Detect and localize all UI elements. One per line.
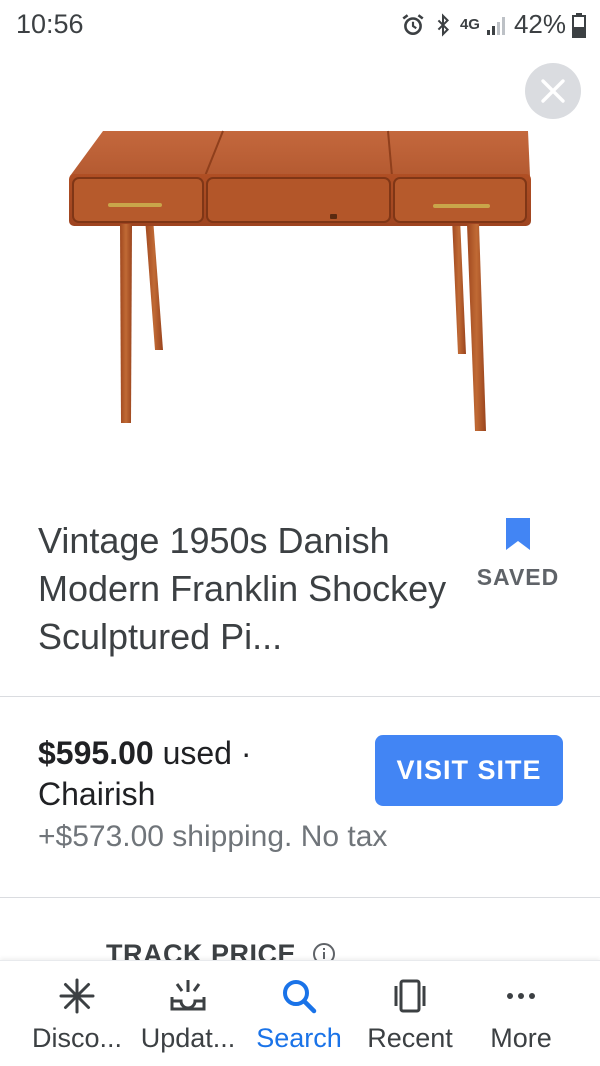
nav-updates-label: Updat... [140,1023,236,1053]
close-button[interactable] [525,63,581,119]
search-icon [283,980,317,1014]
product-title: Vintage 1950s Danish Modern Franklin Sho… [38,520,447,657]
bookmark-icon [506,518,530,550]
bluetooth-icon [437,12,449,37]
status-time: 10:56 [16,9,84,39]
nav-discover[interactable]: Disco... [17,961,137,1066]
status-icons: 4G 42% [400,9,586,40]
shipping-info: +$573.00 shipping. No tax [38,820,388,853]
nav-recent[interactable]: Recent [350,961,470,1066]
saved-label: SAVED [476,564,560,590]
signal-icon [486,16,505,35]
nav-more-label: More [490,1023,552,1053]
alarm-icon [402,13,424,35]
more-icon [507,993,535,999]
condition: used · [153,735,252,771]
battery-icon [572,12,586,38]
asterisk-icon [59,978,95,1014]
price: $595.00 [38,735,154,771]
nav-discover-label: Disco... [31,1023,123,1053]
close-icon [541,79,565,103]
nav-search-label: Search [256,1023,342,1053]
saved-button[interactable]: SAVED [468,516,568,591]
network-type: 4G [459,15,480,33]
nav-updates[interactable]: Updat... [128,961,248,1066]
visit-site-button[interactable]: VISIT SITE [375,735,563,806]
divider-bottom [0,897,600,898]
price-line: $595.00 used · [38,735,252,772]
seller-name: Chairish [38,776,156,812]
product-image [0,48,600,488]
status-bar: 10:56 4G 42% [0,0,600,48]
nav-recent-label: Recent [367,1023,453,1053]
divider-top [0,696,600,697]
updates-icon [170,980,206,1011]
bottom-nav: Disco... Updat... Search Recent More [0,960,600,1066]
nav-search[interactable]: Search [239,961,359,1066]
recent-icon [394,979,426,1013]
nav-more[interactable]: More [461,961,581,1066]
battery-percent: 42% [513,9,566,39]
